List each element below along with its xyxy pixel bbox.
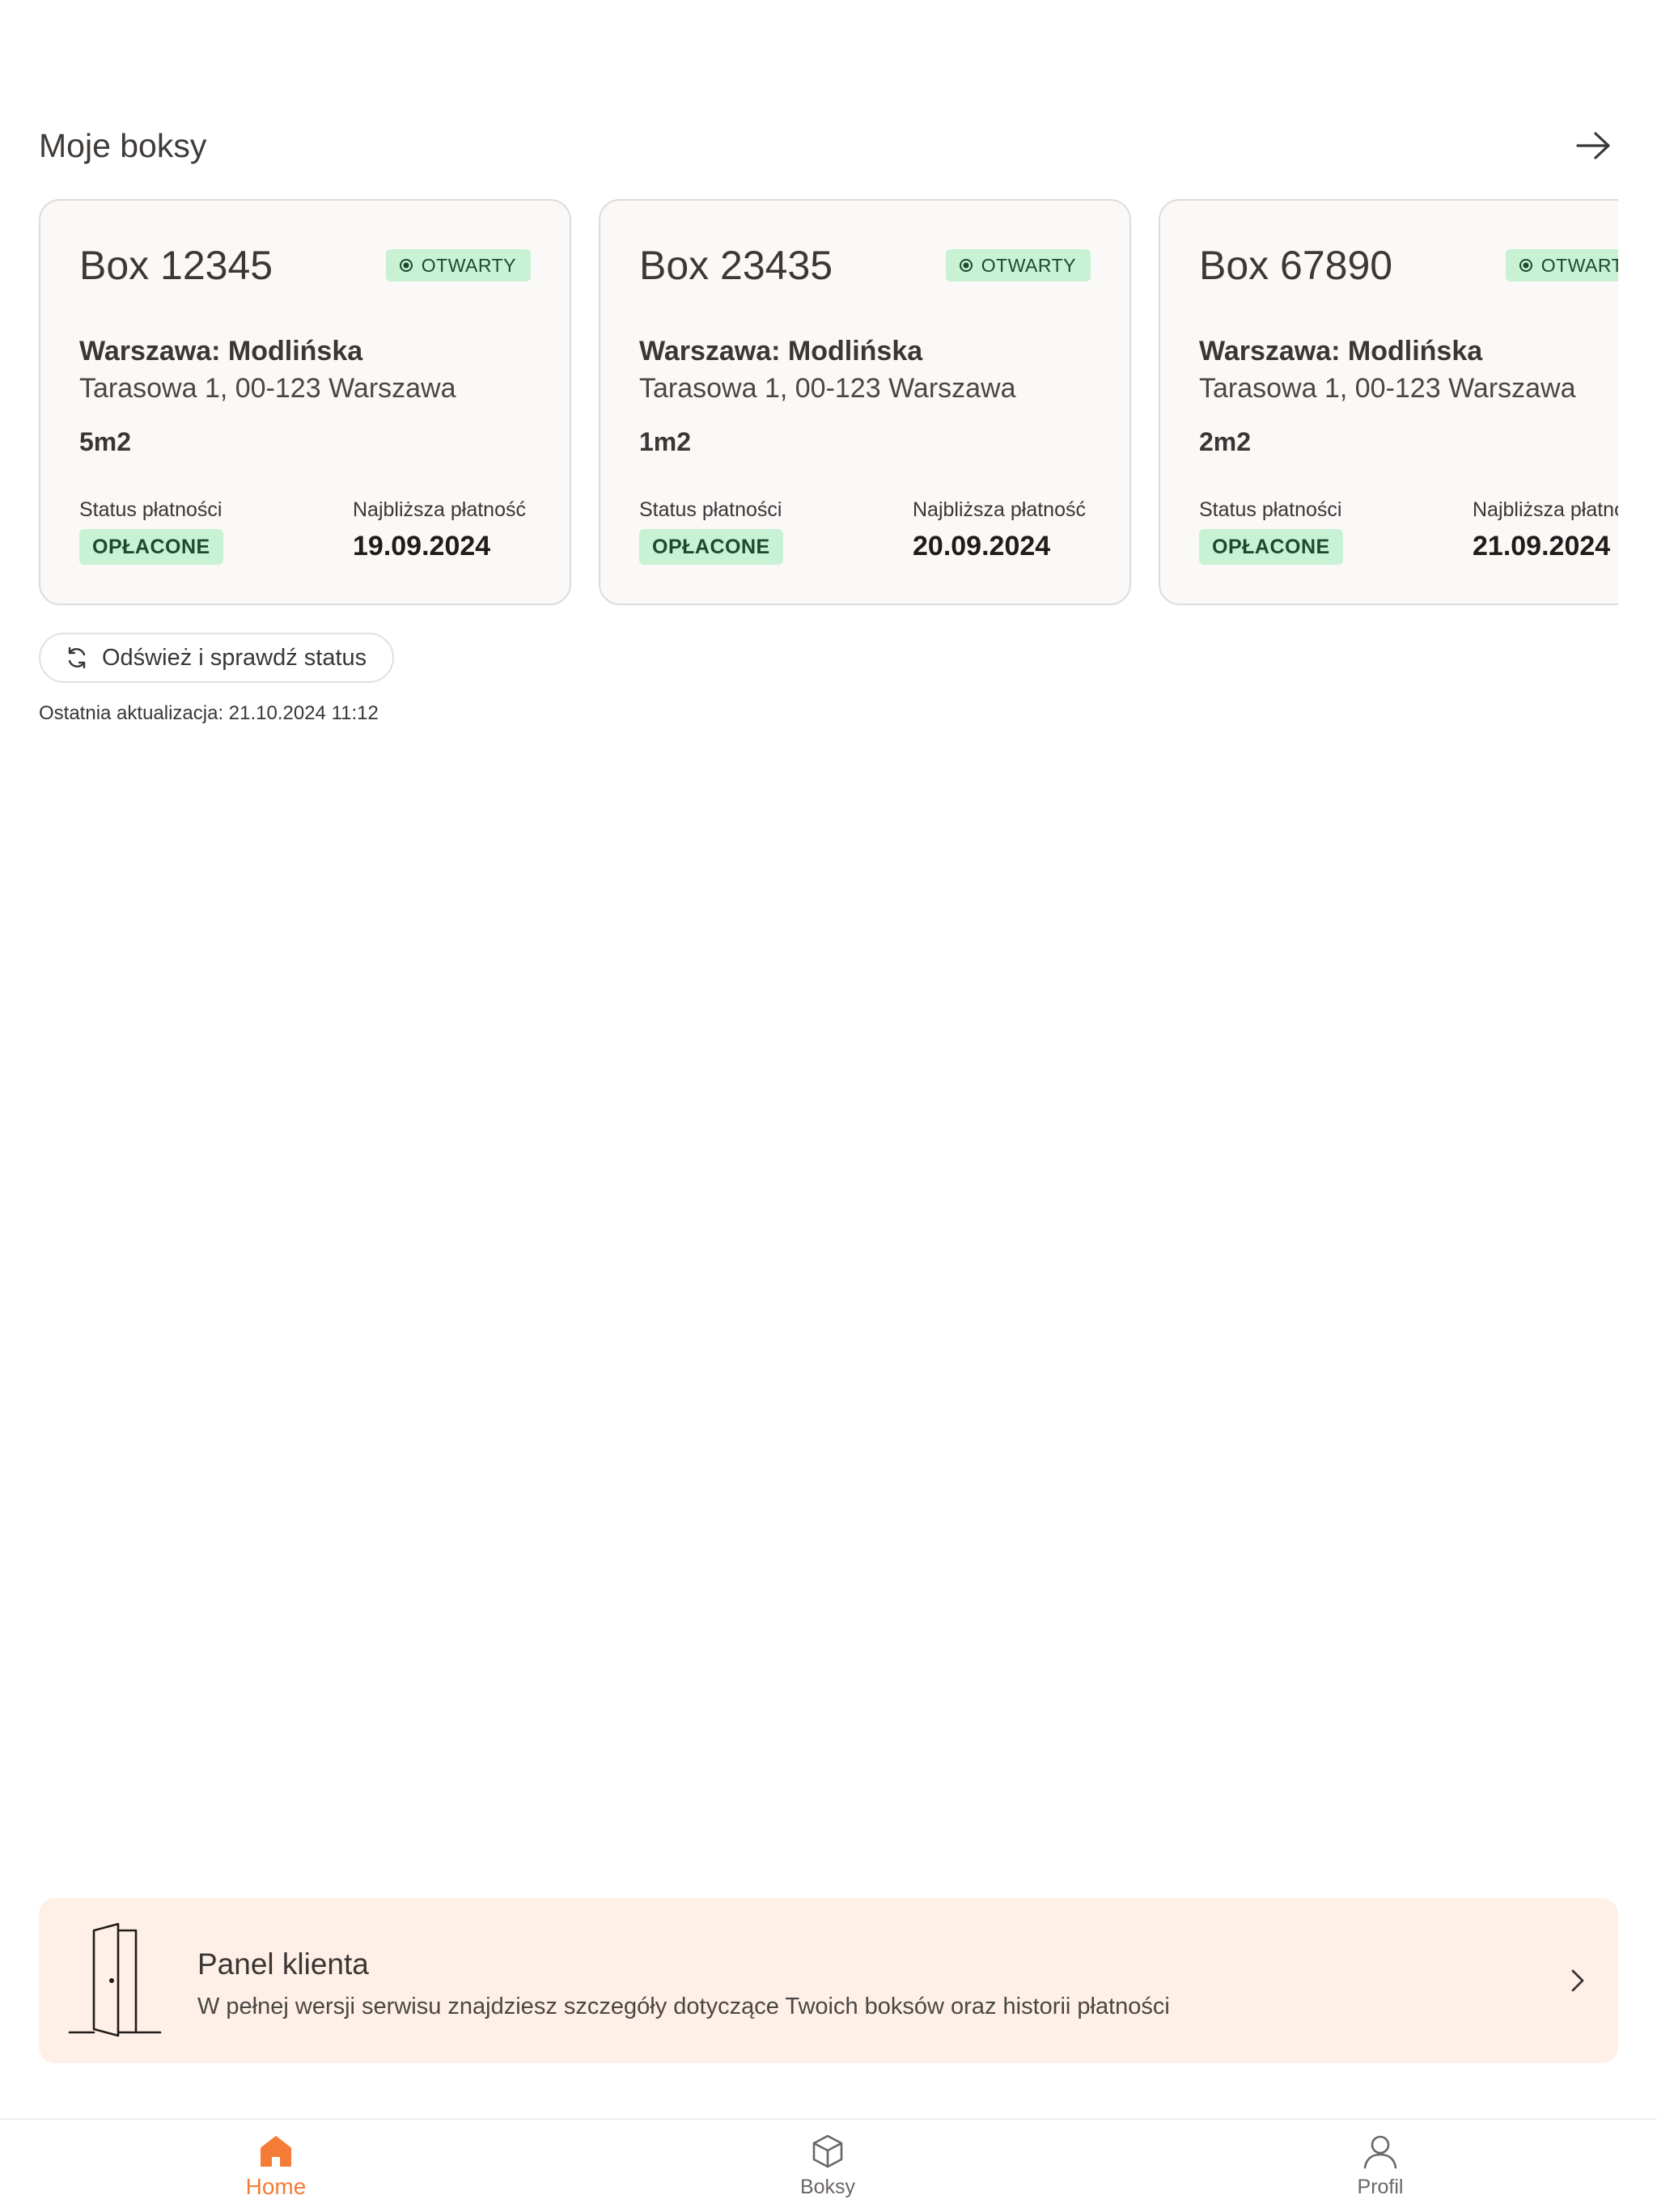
payment-status-badge: OPŁACONE bbox=[1199, 529, 1343, 565]
status-badge: OTWARTY bbox=[1505, 249, 1618, 282]
box-size: 5m2 bbox=[79, 427, 132, 456]
box-card[interactable]: Box 67890 OTWARTY Warszawa: Modlińska Ta… bbox=[1159, 199, 1618, 605]
address: Tarasowa 1, 00-123 Warszawa bbox=[79, 373, 456, 404]
payment-status-label: Status płatności bbox=[79, 498, 222, 521]
client-panel-banner[interactable]: Panel klienta W pełnej wersji serwisu zn… bbox=[39, 1898, 1618, 2063]
chevron-right-icon bbox=[1571, 1969, 1584, 1992]
see-all-boxes-button[interactable] bbox=[1570, 121, 1618, 170]
next-payment-label: Najbliższa płatność bbox=[913, 498, 1086, 521]
user-icon bbox=[1363, 2135, 1397, 2169]
next-payment-label: Najbliższa płatność bbox=[353, 498, 526, 521]
payment-status-badge: OPŁACONE bbox=[639, 529, 783, 565]
nav-label-profile: Profil bbox=[1357, 2176, 1404, 2198]
status-badge-label: OTWARTY bbox=[981, 254, 1076, 276]
box-icon bbox=[812, 2134, 843, 2168]
next-payment-date: 20.09.2024 bbox=[913, 531, 1051, 561]
next-payment-date: 19.09.2024 bbox=[353, 531, 491, 561]
box-card[interactable]: Box 12345 OTWARTY Warszawa: Modlińska Ta… bbox=[39, 199, 571, 605]
payment-status-label: Status płatności bbox=[1199, 498, 1342, 521]
nav-label-boxes: Boksy bbox=[799, 2176, 856, 2198]
status-badge: OTWARTY bbox=[945, 249, 1091, 282]
location-name: Warszawa: Modlińska bbox=[79, 336, 363, 367]
client-panel-title: Panel klienta bbox=[197, 1947, 369, 1981]
status-badge-label: OTWARTY bbox=[421, 254, 516, 276]
nav-item-boxes[interactable]: Boksy bbox=[747, 2133, 909, 2206]
status-badge: OTWARTY bbox=[385, 249, 531, 282]
box-size: 1m2 bbox=[639, 427, 692, 456]
nav-item-profile[interactable]: Profil bbox=[1299, 2133, 1461, 2206]
boxes-carousel[interactable]: Box 12345 OTWARTY Warszawa: Modlińska Ta… bbox=[39, 199, 1618, 608]
nav-label-home: Home bbox=[245, 2174, 307, 2199]
refresh-status-button[interactable]: Odśwież i sprawdź status bbox=[39, 633, 395, 683]
location-name: Warszawa: Modlińska bbox=[639, 336, 923, 367]
payment-status-label: Status płatności bbox=[639, 498, 782, 521]
nav-item-home[interactable]: Home bbox=[195, 2133, 357, 2206]
box-card[interactable]: Box 23435 OTWARTY Warszawa: Modlińska Ta… bbox=[599, 199, 1131, 605]
next-payment-label: Najbliższa płatność bbox=[1473, 498, 1618, 521]
radio-dot-icon bbox=[959, 259, 973, 272]
next-payment-date: 21.09.2024 bbox=[1473, 531, 1611, 561]
radio-dot-icon bbox=[399, 259, 413, 272]
section-header: Moje boksy bbox=[39, 121, 1618, 170]
last-update-text: Ostatnia aktualizacja: 21.10.2024 11:12 bbox=[39, 702, 379, 724]
door-icon bbox=[68, 1922, 162, 2037]
status-badge-label: OTWARTY bbox=[1540, 254, 1618, 276]
radio-dot-icon bbox=[1519, 259, 1532, 272]
refresh-button-label: Odśwież i sprawdź status bbox=[102, 644, 367, 671]
client-panel-description: W pełnej wersji serwisu znajdziesz szcze… bbox=[197, 1994, 1170, 2019]
page-title: Moje boksy bbox=[39, 127, 207, 164]
location-name: Warszawa: Modlińska bbox=[1199, 336, 1483, 367]
refresh-icon bbox=[68, 646, 86, 669]
bottom-navigation: Home Boksy Profil bbox=[0, 2118, 1657, 2212]
box-name: Box 23435 bbox=[639, 243, 833, 288]
box-name: Box 12345 bbox=[79, 243, 273, 288]
arrow-right-icon bbox=[1576, 132, 1610, 159]
address: Tarasowa 1, 00-123 Warszawa bbox=[1199, 373, 1576, 404]
payment-status-badge: OPŁACONE bbox=[79, 529, 223, 565]
home-icon bbox=[261, 2136, 291, 2167]
box-size: 2m2 bbox=[1199, 427, 1252, 456]
box-name: Box 67890 bbox=[1199, 243, 1393, 288]
address: Tarasowa 1, 00-123 Warszawa bbox=[639, 373, 1016, 404]
